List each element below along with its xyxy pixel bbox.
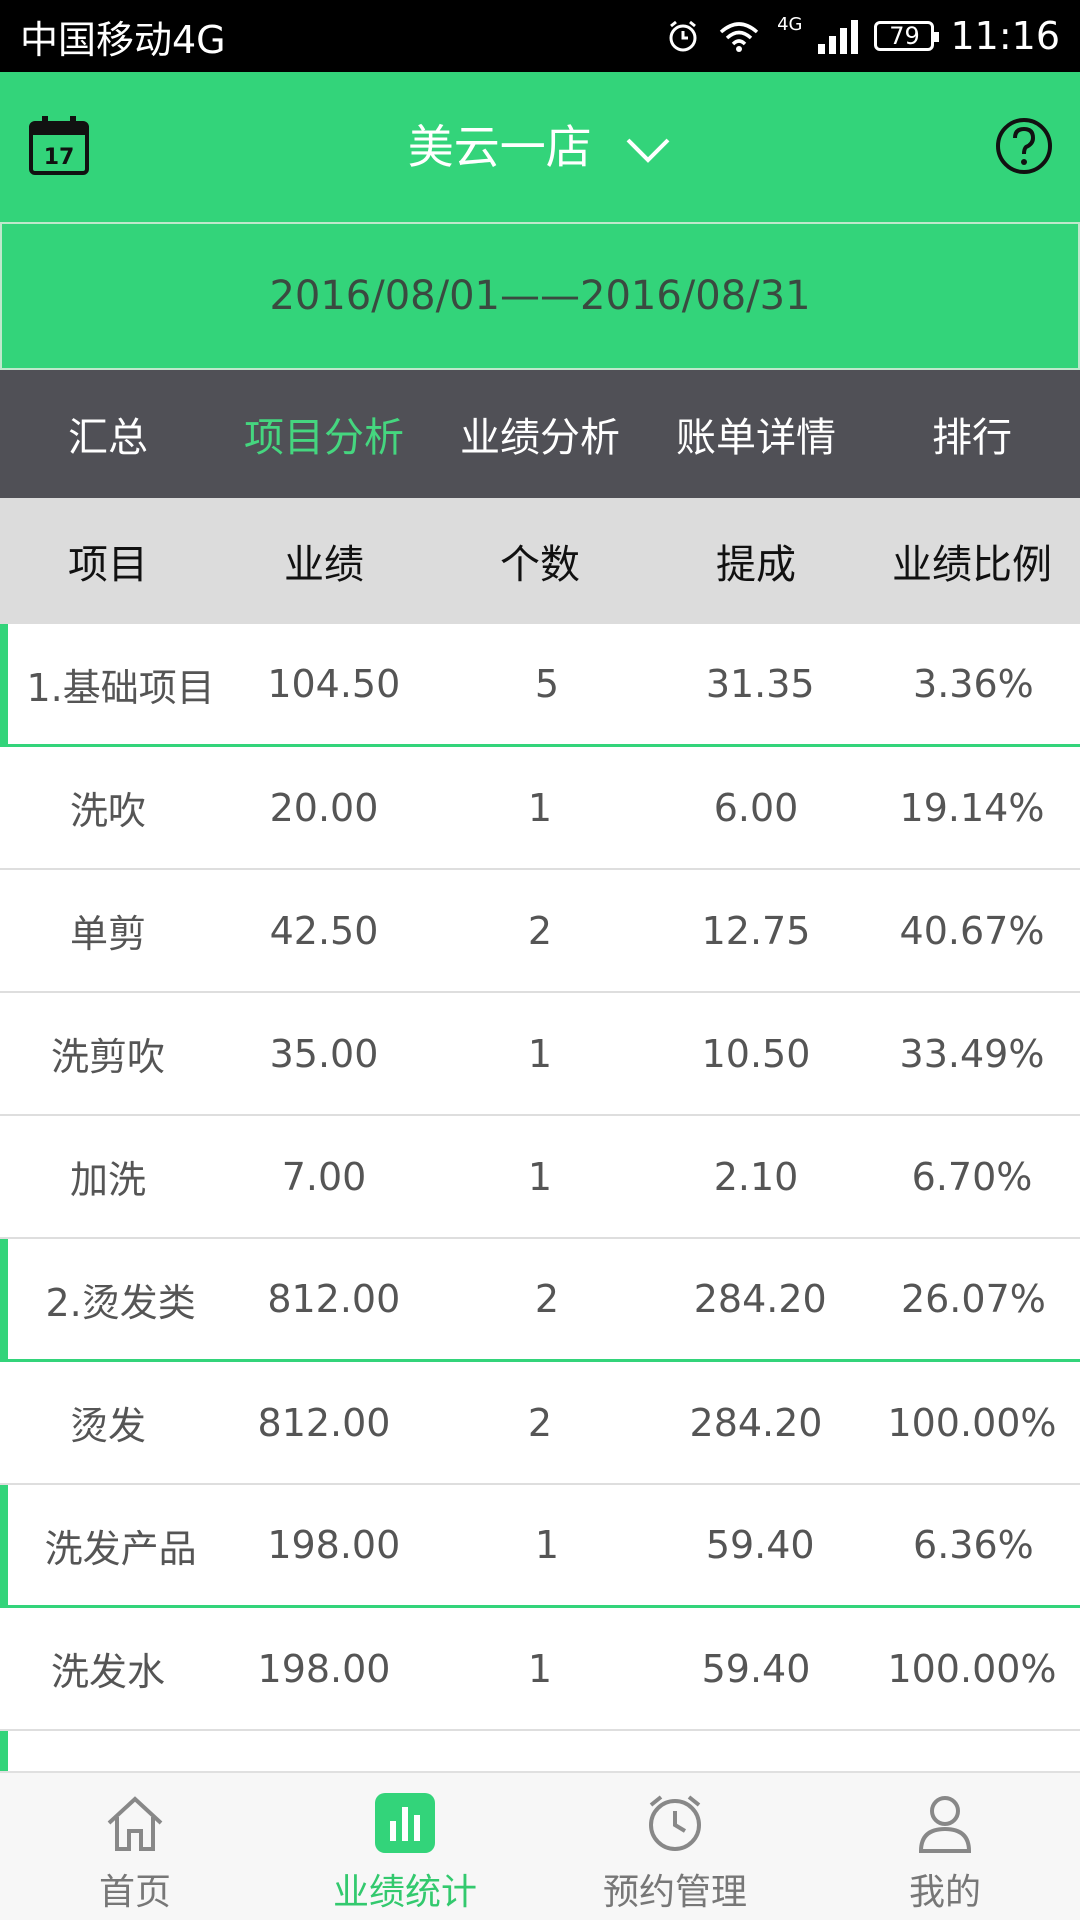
cell-count: 1 xyxy=(527,1031,553,1076)
chevron-down-icon xyxy=(626,138,670,163)
cell-name: 2.烫发类 xyxy=(45,1280,196,1325)
date-range-label: 2016/08/01——2016/08/31 xyxy=(269,273,811,319)
cell-count: 2 xyxy=(527,1400,553,1445)
tab-performance-analysis[interactable]: 业绩分析 xyxy=(432,370,648,498)
cell-ratio: 6.70% xyxy=(911,1154,1033,1199)
cell-commission: 2.10 xyxy=(713,1154,799,1199)
cell-count: 1 xyxy=(534,1523,560,1567)
nav-profile-label: 我的 xyxy=(908,1872,981,1913)
nav-home-label: 首页 xyxy=(98,1872,171,1913)
store-name: 美云一店 xyxy=(407,120,592,174)
table-row[interactable]: 2.烫发类 812.00 2 284.20 26.07% xyxy=(0,1239,1080,1362)
bar-chart-icon xyxy=(375,1793,435,1853)
cell-count: 1 xyxy=(527,1154,553,1199)
cell-commission: 284.20 xyxy=(693,1277,827,1321)
cell-ratio: 100.00% xyxy=(887,1646,1057,1691)
bottom-navigation: 首页 业绩统计 预约管理 我的 xyxy=(0,1771,1080,1920)
cell-commission: 10.50 xyxy=(701,1031,811,1076)
cell-name: 洗吹 xyxy=(69,789,146,833)
table-row[interactable]: 洗发水 198.00 1 59.40 100.00% xyxy=(0,1608,1080,1731)
table-row[interactable]: 洗剪吹 35.00 1 10.50 33.49% xyxy=(0,993,1080,1116)
cell-commission: 31.35 xyxy=(705,662,815,706)
cell-ratio: 3.36% xyxy=(913,662,1034,706)
cell-ratio: 40.67% xyxy=(899,908,1045,953)
cell-count: 5 xyxy=(534,662,560,706)
nav-appointments[interactable]: 预约管理 xyxy=(540,1773,810,1920)
column-header-sales: 业绩 xyxy=(284,542,364,588)
table-header: 项目 业绩 个数 提成 业绩比例 xyxy=(0,498,1080,624)
store-selector[interactable]: 美云一店 xyxy=(0,112,1080,182)
cell-sales: 42.50 xyxy=(269,908,379,953)
cell-count: 1 xyxy=(527,1646,553,1691)
cell-commission: 12.75 xyxy=(701,908,811,953)
table-row[interactable]: 洗吹 20.00 1 6.00 19.14% xyxy=(0,747,1080,870)
help-icon[interactable] xyxy=(994,116,1054,176)
cell-commission: 284.20 xyxy=(689,1400,823,1445)
cell-count: 2 xyxy=(527,908,553,953)
nav-appointments-label: 预约管理 xyxy=(602,1872,747,1913)
table-row[interactable]: 1.基础项目 104.50 5 31.35 3.36% xyxy=(0,624,1080,747)
cell-ratio: 26.07% xyxy=(900,1277,1046,1321)
tab-summary[interactable]: 汇总 xyxy=(0,370,216,498)
clock: 11:16 xyxy=(950,14,1060,58)
table-row[interactable]: 烫发 812.00 2 284.20 100.00% xyxy=(0,1362,1080,1485)
cell-ratio: 33.49% xyxy=(899,1031,1045,1076)
column-header-ratio: 业绩比例 xyxy=(892,542,1052,588)
tab-bar: 汇总 项目分析 业绩分析 账单详情 排行 xyxy=(0,370,1080,498)
table-row[interactable]: 加洗 7.00 1 2.10 6.70% xyxy=(0,1116,1080,1239)
table-row[interactable]: 单剪 42.50 2 12.75 40.67% xyxy=(0,870,1080,993)
cell-sales: 35.00 xyxy=(269,1031,379,1076)
wifi-icon xyxy=(719,22,759,52)
status-bar: 中国移动4G 4G 79 11:16 xyxy=(0,0,1080,72)
table-body: 1.基础项目 104.50 5 31.35 3.36% 洗吹 20.00 1 6… xyxy=(0,624,1080,1731)
date-range-bar[interactable]: 2016/08/01——2016/08/31 xyxy=(0,222,1080,370)
alarm-clock-icon xyxy=(649,1795,701,1851)
cell-name: 洗剪吹 xyxy=(50,1035,165,1079)
carrier-label: 中国移动4G xyxy=(20,17,226,62)
cell-sales: 812.00 xyxy=(257,1400,391,1445)
user-icon xyxy=(918,1796,972,1853)
partial-table-row xyxy=(0,1731,1080,1771)
nav-performance[interactable]: 业绩统计 xyxy=(270,1773,540,1920)
cell-count: 1 xyxy=(527,785,553,830)
tab-ranking[interactable]: 排行 xyxy=(864,370,1080,498)
column-header-commission: 提成 xyxy=(716,542,796,588)
cell-ratio: 19.14% xyxy=(899,785,1045,830)
network-badge: 4G xyxy=(777,14,803,35)
tab-project-analysis[interactable]: 项目分析 xyxy=(216,370,432,498)
cell-name: 单剪 xyxy=(69,912,146,956)
row-name: 1.基础项目 xyxy=(26,665,215,710)
cell-count: 2 xyxy=(534,1277,560,1321)
status-icons: 4G 79 11:16 xyxy=(665,14,1060,58)
battery-icon: 79 xyxy=(874,21,940,51)
column-header-count: 个数 xyxy=(500,542,580,588)
cell-name: 烫发 xyxy=(69,1404,146,1448)
cell-sales: 20.00 xyxy=(269,785,379,830)
cell-name: 加洗 xyxy=(69,1158,146,1202)
column-header-project: 项目 xyxy=(68,542,148,588)
cell-ratio: 100.00% xyxy=(887,1400,1057,1445)
cell-ratio: 6.36% xyxy=(913,1523,1034,1567)
cell-sales: 198.00 xyxy=(257,1646,391,1691)
nav-profile[interactable]: 我的 xyxy=(810,1773,1080,1920)
cell-name: 洗发产品 xyxy=(44,1526,197,1571)
table-row[interactable]: 洗发产品 198.00 1 59.40 6.36% xyxy=(0,1485,1080,1608)
cell-commission: 59.40 xyxy=(701,1646,811,1691)
battery-level: 79 xyxy=(889,22,920,50)
signal-icon xyxy=(818,18,859,54)
app-header: 17 美云一店 xyxy=(0,72,1080,222)
home-icon xyxy=(107,1796,163,1851)
cell-commission: 59.40 xyxy=(705,1523,815,1567)
cell-commission: 6.00 xyxy=(713,785,799,830)
cell-sales: 812.00 xyxy=(267,1277,401,1321)
tab-bill-details[interactable]: 账单详情 xyxy=(648,370,864,498)
nav-performance-label: 业绩统计 xyxy=(332,1872,477,1913)
cell-name: 1.基础项目 xyxy=(0,624,227,744)
cell-sales: 104.50 xyxy=(267,662,401,706)
alarm-icon xyxy=(669,20,697,52)
nav-home[interactable]: 首页 xyxy=(0,1773,270,1920)
cell-sales: 198.00 xyxy=(267,1523,401,1567)
cell-name: 洗发水 xyxy=(50,1650,165,1694)
cell-sales: 7.00 xyxy=(281,1154,367,1199)
